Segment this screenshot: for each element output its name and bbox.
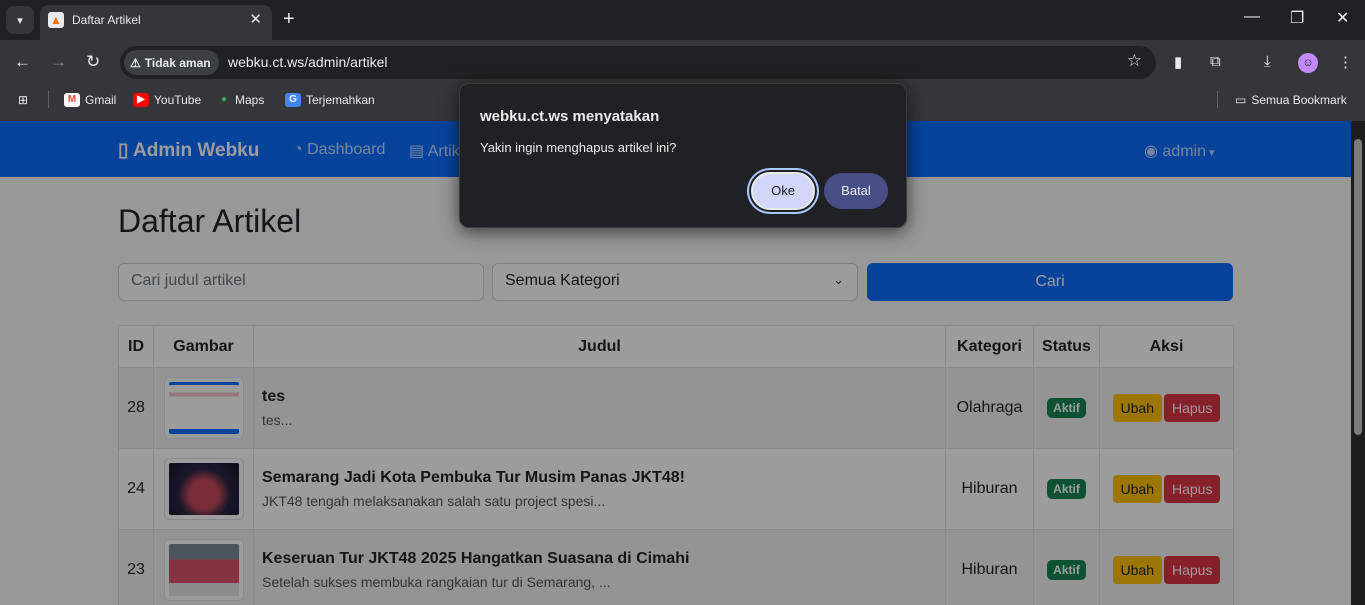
minimize-icon[interactable]: — — [1244, 8, 1260, 26]
extensions-puzzle-icon[interactable]: ⧉ — [1210, 53, 1221, 70]
dialog-title: webku.ct.ws menyatakan — [480, 108, 660, 125]
restore-icon[interactable]: ❐ — [1290, 8, 1304, 28]
youtube-icon: ▶ — [133, 93, 149, 107]
tab-title: Daftar Artikel — [72, 13, 141, 27]
bookmark-divider — [1217, 91, 1218, 108]
bookmark-label: Maps — [235, 93, 265, 107]
security-chip[interactable]: ⚠ Tidak aman — [124, 50, 219, 75]
forward-icon[interactable]: → — [50, 52, 67, 72]
confirm-dialog: webku.ct.ws menyatakan Yakin ingin mengh… — [459, 83, 907, 228]
bookmark-label: Terjemahkan — [306, 93, 375, 107]
bookmark-maps[interactable]: ● Maps — [218, 93, 264, 107]
tab-search-icon[interactable]: ▾ — [6, 6, 34, 34]
translate-icon: G — [285, 93, 301, 107]
bookmark-label: YouTube — [154, 93, 202, 107]
bookmark-youtube[interactable]: ▶ YouTube — [133, 93, 201, 107]
apps-grid-icon[interactable]: ⊞ — [18, 93, 28, 107]
new-tab-icon[interactable]: + — [283, 8, 295, 30]
bookmark-label: Gmail — [85, 93, 117, 107]
folder-icon: ▭ — [1235, 93, 1247, 107]
browser-toolbar: ← → ↻ ⚠ Tidak aman webku.ct.ws/admin/art… — [0, 40, 1365, 86]
page-scrollbar[interactable] — [1351, 121, 1365, 605]
all-bookmarks[interactable]: ▭ Semua Bookmark — [1235, 93, 1347, 107]
bookmark-translate[interactable]: G Terjemahkan — [285, 93, 375, 107]
favicon-icon: ▲ — [48, 12, 64, 28]
all-bookmarks-label: Semua Bookmark — [1251, 93, 1347, 107]
scrollbar-thumb[interactable] — [1354, 139, 1362, 435]
address-bar[interactable]: ⚠ Tidak aman webku.ct.ws/admin/artikel ☆ — [120, 46, 1156, 79]
bookmark-star-icon[interactable]: ☆ — [1127, 51, 1142, 71]
back-icon[interactable]: ← — [14, 52, 31, 72]
profile-avatar[interactable]: ☺ — [1298, 53, 1318, 73]
browser-tab-bar: ▾ ▲ Daftar Artikel ✕ + — ❐ ✕ — [0, 0, 1365, 40]
download-icon[interactable]: ⤓ — [1264, 53, 1271, 70]
url-text[interactable]: webku.ct.ws/admin/artikel — [228, 54, 388, 70]
bookmark-divider — [48, 91, 49, 108]
maps-pin-icon: ● — [220, 94, 228, 105]
reload-icon[interactable]: ↻ — [86, 52, 100, 72]
browser-tab[interactable]: ▲ Daftar Artikel ✕ — [40, 5, 272, 40]
ok-button[interactable]: Oke — [751, 172, 815, 210]
warning-icon: ⚠ — [130, 55, 141, 70]
close-tab-icon[interactable]: ✕ — [249, 10, 262, 28]
gmail-icon: M — [64, 93, 80, 107]
dialog-message: Yakin ingin menghapus artikel ini? — [480, 140, 677, 155]
menu-kebab-icon[interactable]: ⋮ — [1338, 53, 1353, 71]
security-label: Tidak aman — [144, 55, 211, 70]
close-window-icon[interactable]: ✕ — [1336, 8, 1349, 28]
extension-doc-icon[interactable]: ▮ — [1174, 53, 1182, 71]
cancel-button[interactable]: Batal — [824, 173, 888, 209]
bookmark-gmail[interactable]: M Gmail — [64, 93, 116, 107]
